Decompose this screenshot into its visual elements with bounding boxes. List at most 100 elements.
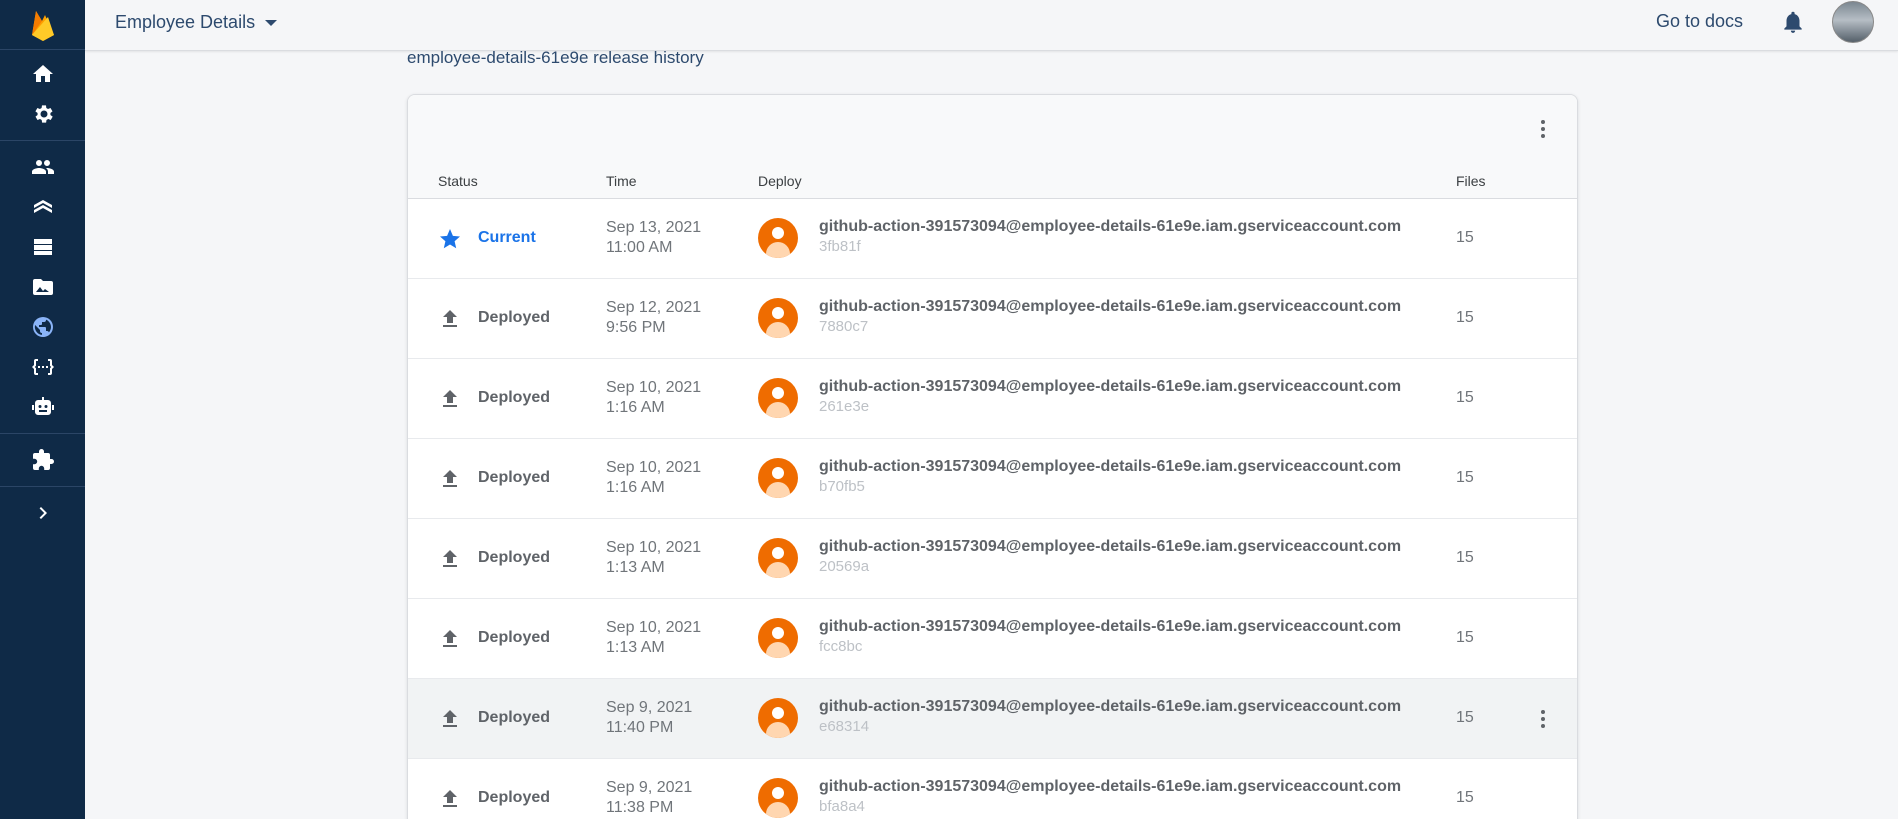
sidebar-divider (0, 433, 85, 434)
sidebar-item-ml[interactable] (0, 387, 85, 427)
sidebar-expand-button[interactable] (0, 493, 85, 533)
table-toolbar (408, 95, 1577, 167)
release-clock: 11:38 PM (606, 799, 674, 816)
upload-icon (438, 787, 462, 811)
sidebar-item-database[interactable] (0, 227, 85, 267)
upload-icon (438, 547, 462, 571)
chevron-right-icon (39, 507, 47, 519)
table-more-menu-button[interactable] (1531, 117, 1555, 141)
release-clock: 11:40 PM (606, 719, 674, 736)
release-clock: 1:16 AM (606, 479, 665, 496)
column-header-time[interactable]: Time (606, 173, 637, 189)
deployer-email: github-action-391573094@employee-details… (819, 618, 1402, 635)
sidebar-item-firestore[interactable] (0, 187, 85, 227)
status-label: Deployed (478, 309, 551, 326)
release-time: Sep 10, 2021 1:16 AM (606, 378, 701, 418)
project-selector[interactable]: Employee Details (115, 12, 278, 33)
bell-icon (1784, 11, 1802, 33)
table-row[interactable]: Current Sep 13, 2021 11:00 AM github-action… (408, 199, 1577, 279)
firebase-logo[interactable] (0, 0, 85, 50)
table-row[interactable]: Deployed Sep 10, 2021 1:16 AM github-action… (408, 359, 1577, 439)
version-hash: 7880c7 (819, 318, 869, 335)
version-hash: 261e3e (819, 398, 870, 415)
sidebar-item-settings[interactable] (0, 94, 85, 134)
deployer-email: github-action-391573094@employee-details… (819, 378, 1402, 395)
file-count: 15 (1456, 309, 1474, 326)
release-clock: 1:16 AM (606, 399, 665, 416)
version-hash: bfa8a4 (819, 798, 865, 815)
table-row[interactable]: Deployed Sep 9, 2021 11:40 PM github-action… (408, 679, 1577, 759)
column-header-deploy[interactable]: Deploy (758, 173, 802, 189)
sidebar-item-hosting[interactable] (0, 307, 85, 347)
release-date: Sep 10, 2021 (606, 539, 702, 556)
release-time: Sep 12, 2021 9:56 PM (606, 298, 701, 338)
status-label: Current (478, 229, 536, 246)
release-date: Sep 10, 2021 (606, 459, 702, 476)
release-clock: 1:13 AM (606, 639, 665, 656)
account-avatar[interactable] (1832, 1, 1874, 43)
file-count: 15 (1456, 629, 1474, 646)
sidebar-item-functions[interactable] (0, 347, 85, 387)
sidebar (0, 0, 85, 819)
upload-icon (438, 467, 462, 491)
sidebar-item-extensions[interactable] (0, 440, 85, 480)
release-clock: 11:00 AM (606, 239, 673, 256)
column-header-files[interactable]: Files (1456, 173, 1486, 189)
star-icon (438, 227, 462, 251)
row-more-menu-button[interactable] (1531, 707, 1555, 731)
deployer-avatar (758, 618, 798, 658)
table-row[interactable]: Deployed Sep 12, 2021 9:56 PM github-action… (408, 279, 1577, 359)
deployer-avatar (758, 378, 798, 418)
release-date: Sep 10, 2021 (606, 619, 702, 636)
database-icon (33, 239, 52, 255)
sidebar-item-home[interactable] (0, 54, 85, 94)
table-body: Current Sep 13, 2021 11:00 AM github-action… (408, 199, 1577, 819)
table-row[interactable]: Deployed Sep 10, 2021 1:13 AM github-action… (408, 519, 1577, 599)
release-time: Sep 13, 2021 11:00 AM (606, 218, 701, 258)
column-header-status[interactable]: Status (438, 173, 478, 189)
people-icon (31, 160, 54, 174)
deployer-email: github-action-391573094@employee-details… (819, 298, 1402, 315)
version-hash: b70fb5 (819, 478, 865, 495)
storage-icon (32, 279, 53, 295)
release-clock: 1:13 AM (606, 559, 665, 576)
table-row[interactable]: Deployed Sep 9, 2021 11:38 PM github-action… (408, 759, 1577, 819)
status-label: Deployed (478, 389, 551, 406)
release-date: Sep 13, 2021 (606, 219, 702, 236)
page-title: employee-details-61e9e release history (407, 48, 704, 67)
status-label: Deployed (478, 709, 551, 726)
upload-icon (438, 387, 462, 411)
table-row[interactable]: Deployed Sep 10, 2021 1:13 AM github-action… (408, 599, 1577, 679)
sidebar-divider (0, 140, 85, 141)
globe-icon (32, 317, 53, 337)
version-hash: 20569a (819, 558, 870, 575)
go-to-docs-link[interactable]: Go to docs (1656, 11, 1743, 32)
release-time: Sep 10, 2021 1:13 AM (606, 618, 701, 658)
file-count: 15 (1456, 789, 1474, 806)
home-icon (32, 65, 53, 82)
sidebar-item-storage[interactable] (0, 267, 85, 307)
deployer-email: github-action-391573094@employee-details… (819, 698, 1402, 715)
release-time: Sep 9, 2021 11:40 PM (606, 698, 692, 738)
deployer-email: github-action-391573094@employee-details… (819, 538, 1402, 555)
functions-icon (31, 359, 54, 375)
upload-icon (438, 627, 462, 651)
deployer-avatar (758, 298, 798, 338)
release-time: Sep 10, 2021 1:13 AM (606, 538, 701, 578)
status-label: Deployed (478, 789, 551, 806)
status-label: Deployed (478, 629, 551, 646)
deployer-avatar (758, 458, 798, 498)
status-label: Deployed (478, 469, 551, 486)
file-count: 15 (1456, 709, 1474, 726)
notifications-button[interactable] (1780, 9, 1806, 35)
upload-icon (438, 307, 462, 331)
gear-icon (34, 105, 53, 123)
release-date: Sep 12, 2021 (606, 299, 702, 316)
release-time: Sep 10, 2021 1:16 AM (606, 458, 701, 498)
release-clock: 9:56 PM (606, 319, 666, 336)
upload-icon (438, 707, 462, 731)
sidebar-item-authentication[interactable] (0, 147, 85, 187)
deployer-avatar (758, 778, 798, 818)
table-row[interactable]: Deployed Sep 10, 2021 1:16 AM github-action… (408, 439, 1577, 519)
file-count: 15 (1456, 389, 1474, 406)
